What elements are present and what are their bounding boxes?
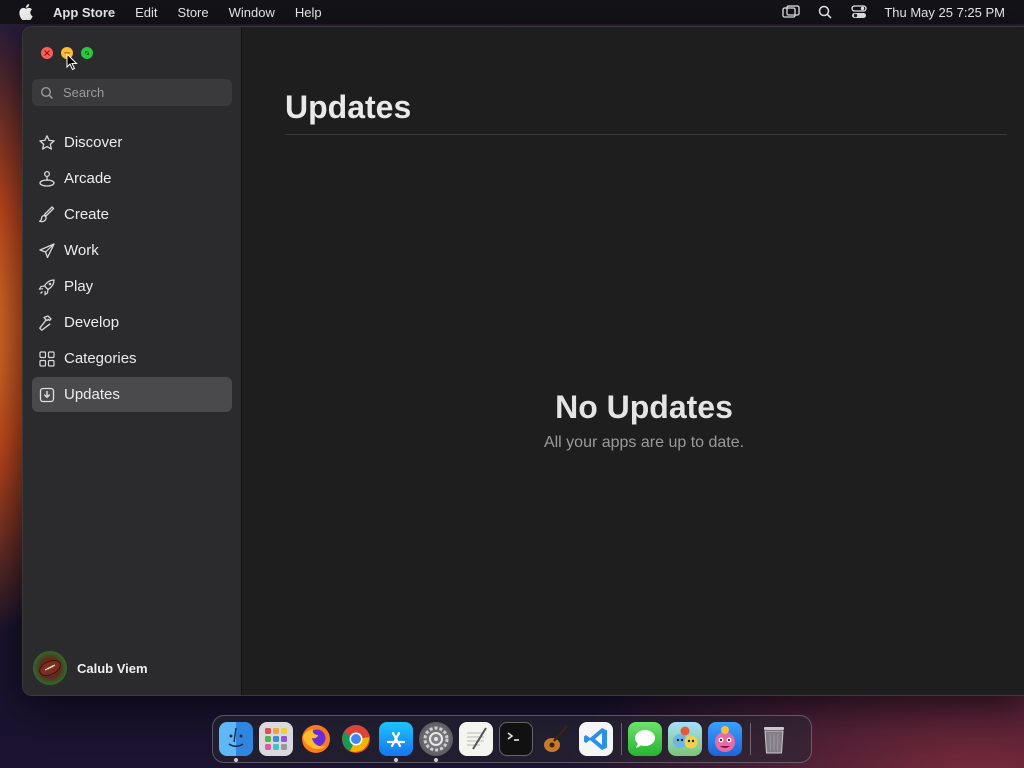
hammer-icon (38, 314, 56, 332)
page-title: Updates (285, 89, 412, 125)
account-button[interactable]: Calub Viem (33, 651, 148, 685)
textedit-icon (467, 727, 487, 750)
paperplane-icon (38, 242, 56, 260)
dock-messages[interactable] (628, 722, 662, 756)
grid-icon (38, 350, 56, 368)
joystick-icon (38, 170, 56, 188)
sidebar-item-label: Arcade (64, 170, 112, 187)
sidebar: Discover Arcade Create Work (23, 27, 242, 695)
sidebar-item-updates[interactable]: Updates (32, 377, 232, 412)
sidebar-item-label: Updates (64, 386, 120, 403)
screen-mirroring-icon[interactable] (782, 5, 800, 19)
sidebar-item-label: Work (64, 242, 99, 259)
sidebar-item-label: Play (64, 278, 94, 295)
menu-help[interactable]: Help (295, 5, 322, 20)
chrome-icon (342, 725, 370, 753)
app-store-window: Discover Arcade Create Work (22, 26, 1024, 696)
trash-icon (764, 727, 784, 754)
search-field[interactable] (32, 79, 232, 106)
menu-edit[interactable]: Edit (135, 5, 157, 20)
dock-textedit[interactable] (459, 722, 493, 756)
title-divider (285, 134, 1007, 135)
empty-state-subtitle: All your apps are up to date. (543, 434, 745, 451)
empty-state: No Updates All your apps are up to date. (243, 389, 1024, 452)
game-characters-icon (673, 726, 698, 749)
search-icon (40, 86, 54, 100)
search-input[interactable] (63, 85, 223, 100)
dock-separator (750, 723, 751, 755)
sidebar-item-arcade[interactable]: Arcade (32, 161, 232, 196)
sidebar-item-create[interactable]: Create (32, 197, 232, 232)
sidebar-item-play[interactable]: Play (32, 269, 232, 304)
game-monster-icon (715, 726, 735, 752)
menu-bar-status-area: Thu May 25 7:25 PM (782, 0, 1024, 24)
sidebar-item-discover[interactable]: Discover (32, 125, 232, 160)
football-avatar-icon (33, 651, 67, 685)
control-center-icon[interactable] (850, 5, 868, 19)
system-settings-icon (423, 726, 449, 752)
sidebar-item-categories[interactable]: Categories (32, 341, 232, 376)
rocket-icon (38, 278, 56, 296)
apple-logo-icon[interactable] (19, 4, 33, 20)
spotlight-search-icon[interactable] (816, 5, 834, 19)
dock-separator (621, 723, 622, 755)
dock-firefox[interactable] (299, 722, 333, 756)
menu-window[interactable]: Window (229, 5, 275, 20)
sidebar-item-label: Create (64, 206, 110, 223)
close-window-button[interactable] (41, 47, 53, 59)
sidebar-item-develop[interactable]: Develop (32, 305, 232, 340)
dock (212, 715, 812, 763)
menu-bar-clock[interactable]: Thu May 25 7:25 PM (884, 5, 1005, 20)
empty-state-title: No Updates (555, 389, 733, 425)
dock-launchpad[interactable] (259, 722, 293, 756)
menu-bar: App Store Edit Store Window Help Thu May… (0, 0, 1024, 24)
dock-app-store[interactable] (379, 722, 413, 762)
launchpad-icon (265, 728, 287, 750)
dock-terminal[interactable] (499, 722, 533, 756)
menu-app-store[interactable]: App Store (53, 5, 115, 20)
running-indicator (434, 758, 438, 762)
firefox-icon (302, 725, 330, 753)
dock-finder[interactable] (219, 722, 253, 762)
zoom-window-button[interactable] (81, 47, 93, 59)
dock-chrome[interactable] (339, 722, 373, 756)
star-icon (38, 134, 56, 152)
sidebar-item-label: Discover (64, 134, 123, 151)
terminal-icon (507, 732, 519, 741)
dock-game-app-2[interactable] (708, 722, 742, 756)
running-indicator (234, 758, 238, 762)
dock-game-app-1[interactable] (668, 722, 702, 756)
finder-icon (228, 727, 244, 748)
vscode-icon (584, 728, 607, 750)
account-name: Calub Viem (77, 660, 148, 676)
sidebar-item-work[interactable]: Work (32, 233, 232, 268)
sidebar-item-label: Categories (64, 350, 137, 367)
dock-garageband[interactable] (539, 722, 573, 756)
running-indicator (394, 758, 398, 762)
sidebar-item-label: Develop (64, 314, 120, 331)
menu-store[interactable]: Store (178, 5, 209, 20)
download-tray-icon (38, 386, 56, 404)
app-store-icon (386, 731, 406, 748)
sidebar-nav: Discover Arcade Create Work Play Develop… (32, 125, 232, 413)
paintbrush-icon (38, 205, 56, 224)
messages-icon (635, 730, 655, 748)
main-content: Updates No Updates All your apps are up … (243, 27, 1024, 695)
dock-vscode[interactable] (579, 722, 613, 756)
dock-trash[interactable] (757, 722, 791, 756)
dock-system-settings[interactable] (419, 722, 453, 762)
mouse-pointer-icon (66, 53, 78, 71)
garageband-icon (544, 725, 568, 752)
